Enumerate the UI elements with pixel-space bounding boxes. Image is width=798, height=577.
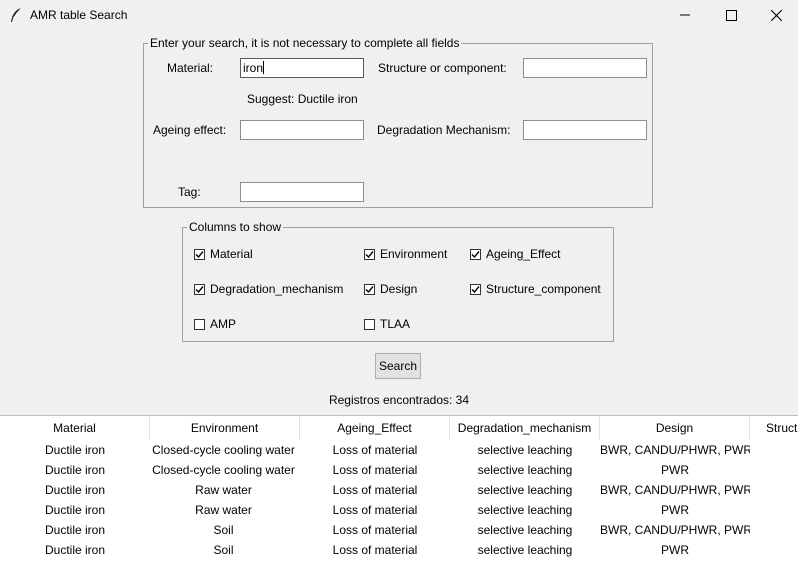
checkbox-label: TLAA xyxy=(380,317,411,331)
checkbox-label: AMP xyxy=(210,317,237,331)
cell-material: Ductile iron xyxy=(44,523,106,537)
cell-design: PWR xyxy=(661,463,689,477)
suggest-text: Suggest: Ductile iron xyxy=(247,92,358,106)
structure-input[interactable] xyxy=(523,58,647,78)
cell-ageing-effect: Loss of material xyxy=(332,483,418,497)
checkmark-icon xyxy=(365,285,374,293)
checkbox-label: Material xyxy=(210,247,253,261)
checkbox-material[interactable]: Material xyxy=(194,247,253,261)
cell-degradation-mechanism: selective leaching xyxy=(477,543,573,557)
checkbox-box[interactable] xyxy=(470,283,481,295)
cell-degradation-mechanism: selective leaching xyxy=(477,483,573,497)
cell-ageing-effect: Loss of material xyxy=(332,443,418,457)
title-bar: AMR table Search xyxy=(0,0,798,30)
checkbox-label: Environment xyxy=(380,247,448,261)
checkbox-tlaa[interactable]: TLAA xyxy=(364,317,410,331)
minimize-button[interactable] xyxy=(662,0,708,30)
checkbox-box[interactable] xyxy=(194,248,205,260)
checkbox-design[interactable]: Design xyxy=(364,282,417,296)
maximize-button[interactable] xyxy=(708,0,754,30)
feather-icon xyxy=(11,7,22,22)
cell-design: PWR xyxy=(661,543,689,557)
cell-material: Ductile iron xyxy=(44,543,106,557)
checkbox-degradation-mechanism[interactable]: Degradation_mechanism xyxy=(194,282,343,296)
structure-label: Structure or component: xyxy=(378,61,507,75)
tag-label: Tag: xyxy=(178,185,201,199)
checkmark-icon xyxy=(195,250,204,258)
ageing-label: Ageing effect: xyxy=(153,123,227,137)
cell-ageing-effect: Loss of material xyxy=(332,543,418,557)
cell-material: Ductile iron xyxy=(44,463,106,477)
records-count: Registros encontrados: 34 xyxy=(328,393,470,407)
search-button[interactable]: Search xyxy=(375,353,421,379)
checkbox-box[interactable] xyxy=(194,283,205,295)
checkbox-box[interactable] xyxy=(364,283,375,295)
table-row[interactable]: Ductile iron Closed-cycle cooling water … xyxy=(0,460,798,480)
tag-input[interactable] xyxy=(240,182,364,202)
material-input[interactable] xyxy=(240,58,364,78)
degradation-input[interactable] xyxy=(523,120,647,140)
checkbox-box[interactable] xyxy=(364,248,375,260)
checkbox-label: Degradation_mechanism xyxy=(210,282,344,296)
cell-environment: Soil xyxy=(213,543,234,557)
cell-material: Ductile iron xyxy=(44,443,106,457)
column-header-material[interactable]: Material xyxy=(0,416,150,440)
cell-design: BWR, CANDU/PHWR, PWR xyxy=(600,443,750,457)
degradation-label: Degradation Mechanism: xyxy=(377,123,511,137)
table-row[interactable]: Ductile iron Closed-cycle cooling water … xyxy=(0,440,798,460)
checkbox-box[interactable] xyxy=(470,248,481,260)
cell-environment: Closed-cycle cooling water xyxy=(152,463,295,477)
cell-ageing-effect: Loss of material xyxy=(332,523,418,537)
window-title: AMR table Search xyxy=(30,8,128,22)
checkbox-environment[interactable]: Environment xyxy=(364,247,447,261)
checkbox-ageing-effect[interactable]: Ageing_Effect xyxy=(470,247,561,261)
maximize-icon xyxy=(725,9,737,21)
column-header-degradation-mechanism[interactable]: Degradation_mechanism xyxy=(450,416,600,440)
cell-design: BWR, CANDU/PHWR, PWR xyxy=(600,523,750,537)
table-header: Material Environment Ageing_Effect Degra… xyxy=(0,416,798,440)
checkbox-label: Ageing_Effect xyxy=(486,247,561,261)
cell-degradation-mechanism: selective leaching xyxy=(477,503,573,517)
cell-environment: Closed-cycle cooling water xyxy=(152,443,295,457)
table-row[interactable]: Ductile iron Raw water Loss of material … xyxy=(0,480,798,500)
column-header-environment[interactable]: Environment xyxy=(150,416,300,440)
table-row[interactable]: Ductile iron Soil Loss of material selec… xyxy=(0,540,798,560)
close-icon xyxy=(770,9,782,21)
cell-degradation-mechanism: selective leaching xyxy=(477,523,573,537)
cell-design: PWR xyxy=(661,503,689,517)
minimize-icon xyxy=(680,14,690,16)
close-button[interactable] xyxy=(753,0,798,30)
cell-material: Ductile iron xyxy=(44,483,106,497)
table-row[interactable]: Ductile iron Soil Loss of material selec… xyxy=(0,520,798,540)
table-row[interactable]: Ductile iron Raw water Loss of material … xyxy=(0,500,798,520)
checkbox-amp[interactable]: AMP xyxy=(194,317,236,331)
cell-environment: Soil xyxy=(213,523,234,537)
text-caret xyxy=(263,61,264,74)
checkbox-label: Design xyxy=(380,282,418,296)
search-frame-legend: Enter your search, it is not necessary t… xyxy=(148,36,462,50)
checkbox-box[interactable] xyxy=(194,318,205,330)
checkmark-icon xyxy=(471,285,480,293)
cell-degradation-mechanism: selective leaching xyxy=(477,463,573,477)
checkmark-icon xyxy=(471,250,480,258)
cell-environment: Raw water xyxy=(195,483,252,497)
checkbox-box[interactable] xyxy=(364,318,375,330)
checkbox-structure-component[interactable]: Structure_component xyxy=(470,282,601,296)
checkmark-icon xyxy=(195,285,204,293)
cell-environment: Raw water xyxy=(195,503,252,517)
cell-ageing-effect: Loss of material xyxy=(332,503,418,517)
column-header-ageing-effect[interactable]: Ageing_Effect xyxy=(300,416,450,440)
checkbox-label: Structure_component xyxy=(486,282,601,296)
columns-frame-legend: Columns to show xyxy=(187,220,284,234)
checkmark-icon xyxy=(365,250,374,258)
cell-ageing-effect: Loss of material xyxy=(332,463,418,477)
results-table[interactable]: Material Environment Ageing_Effect Degra… xyxy=(0,415,798,577)
cell-degradation-mechanism: selective leaching xyxy=(477,443,573,457)
column-header-design[interactable]: Design xyxy=(600,416,750,440)
material-label: Material: xyxy=(167,61,214,75)
cell-design: BWR, CANDU/PHWR, PWR xyxy=(600,483,750,497)
ageing-input[interactable] xyxy=(240,120,364,140)
column-header-structure[interactable]: Struct xyxy=(750,416,798,440)
cell-material: Ductile iron xyxy=(44,503,106,517)
